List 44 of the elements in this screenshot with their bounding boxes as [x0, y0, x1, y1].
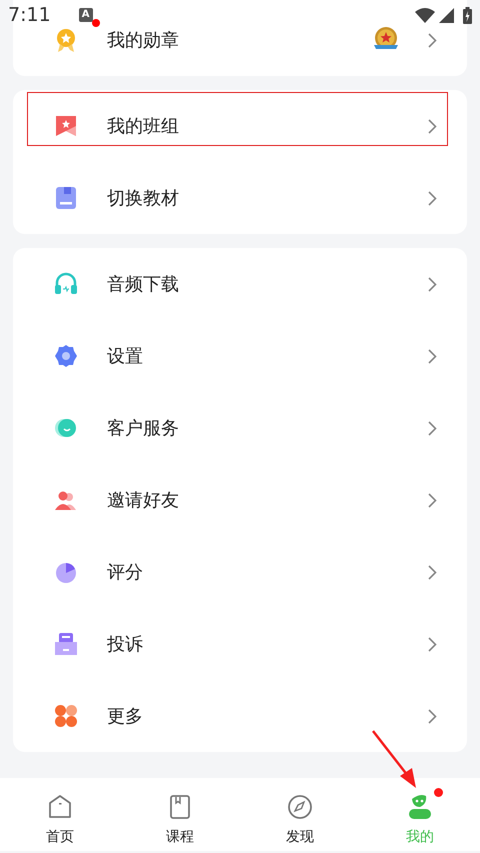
compass-icon [287, 794, 313, 820]
bookmark-icon [54, 114, 78, 138]
menu-label[interactable]: 投诉 [107, 630, 428, 658]
tab-label: 发现 [286, 828, 314, 847]
settings-icon [54, 344, 78, 368]
menu-label[interactable]: 设置 [107, 342, 428, 370]
medal-icon [54, 28, 78, 52]
input-method-icon: A [78, 8, 93, 22]
pie-chart-icon [54, 560, 78, 584]
book-icon [54, 186, 78, 210]
chevron-right-icon [428, 348, 437, 364]
tab-label: 课程 [166, 828, 194, 847]
inbox-icon [54, 632, 78, 656]
four-leaf-icon [54, 704, 78, 728]
chevron-right-icon [428, 420, 437, 436]
chat-bubble-icon [54, 416, 78, 440]
tab-item[interactable]: 课程 [120, 778, 240, 851]
headphones-icon [54, 272, 78, 296]
clock-time: 7:11 [8, 2, 51, 28]
person-icon [407, 794, 433, 820]
chevron-right-icon [428, 32, 437, 48]
menu-label[interactable]: 客户服务 [107, 414, 428, 442]
menu-label[interactable]: 邀请好友 [107, 486, 428, 514]
menu-label[interactable]: 切换教材 [107, 184, 428, 212]
menu-label[interactable]: 更多 [107, 702, 428, 730]
tab-item[interactable]: 发现 [240, 778, 360, 851]
wifi-icon [415, 7, 435, 23]
chevron-right-icon [428, 276, 437, 292]
chevron-right-icon [428, 636, 437, 652]
chevron-right-icon [428, 564, 437, 580]
chevron-right-icon [428, 708, 437, 724]
chevron-right-icon [428, 190, 437, 206]
chevron-right-icon [428, 492, 437, 508]
home-icon [47, 794, 73, 820]
tab-label: 我的 [406, 828, 434, 847]
menu-label[interactable]: 音频下载 [107, 270, 428, 298]
menu-label[interactable]: 我的勋章 [107, 26, 373, 54]
chevron-right-icon [428, 118, 437, 134]
tab-label: 首页 [46, 828, 74, 847]
signal-icon [439, 8, 454, 22]
book-icon [167, 794, 193, 820]
menu-label[interactable]: 我的班组 [107, 112, 428, 140]
tab-item[interactable]: 首页 [0, 778, 120, 851]
menu-label[interactable]: 评分 [107, 558, 428, 586]
